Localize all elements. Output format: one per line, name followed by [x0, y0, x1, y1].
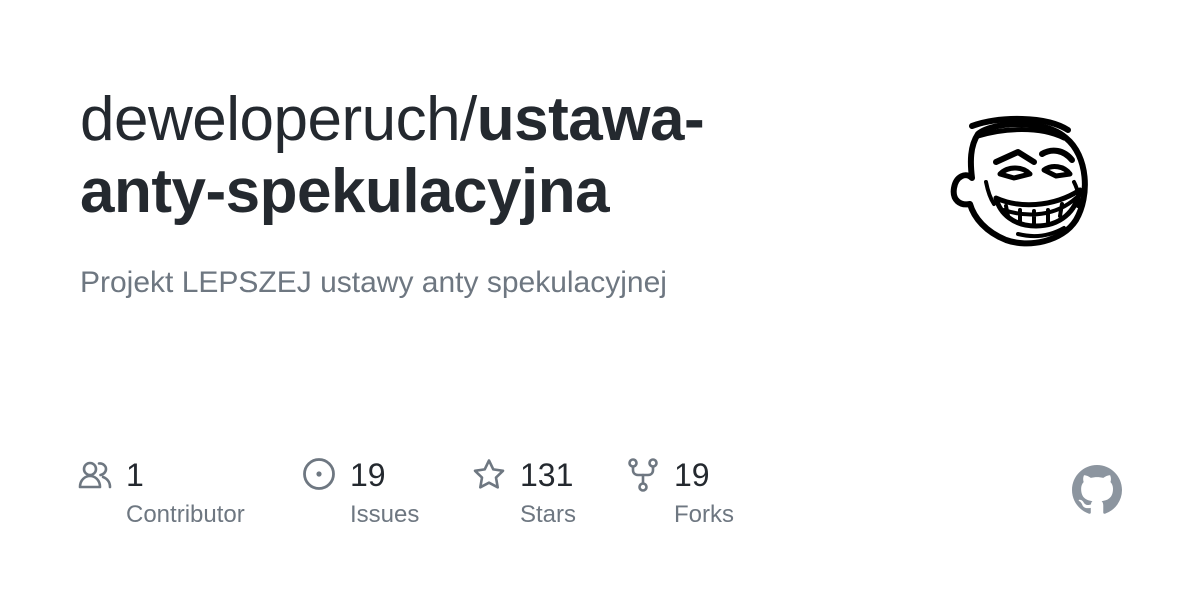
troll-face-avatar-icon	[950, 115, 1088, 247]
contributors-label: Contributor	[126, 501, 245, 528]
contributors-count: 1	[126, 457, 144, 493]
github-mark-icon	[1072, 465, 1122, 514]
repo-forked-icon	[628, 458, 658, 492]
stars-count: 131	[520, 457, 574, 493]
repo-description: Projekt LEPSZEJ ustawy anty spekulacyjne…	[80, 266, 667, 299]
forks-count: 19	[674, 457, 710, 493]
repo-title: deweloperuch/ustawa-anty-spekulacyjna	[80, 84, 800, 228]
issue-opened-icon	[303, 458, 335, 490]
star-icon	[473, 459, 505, 489]
repo-owner: deweloperuch/	[80, 85, 477, 154]
social-preview-card: deweloperuch/ustawa-anty-spekulacyjna Pr…	[0, 0, 1200, 600]
forks-label: Forks	[674, 501, 734, 528]
stars-label: Stars	[520, 501, 577, 528]
issues-label: Issues	[350, 501, 420, 528]
issues-count: 19	[350, 457, 386, 493]
people-icon	[78, 461, 112, 489]
